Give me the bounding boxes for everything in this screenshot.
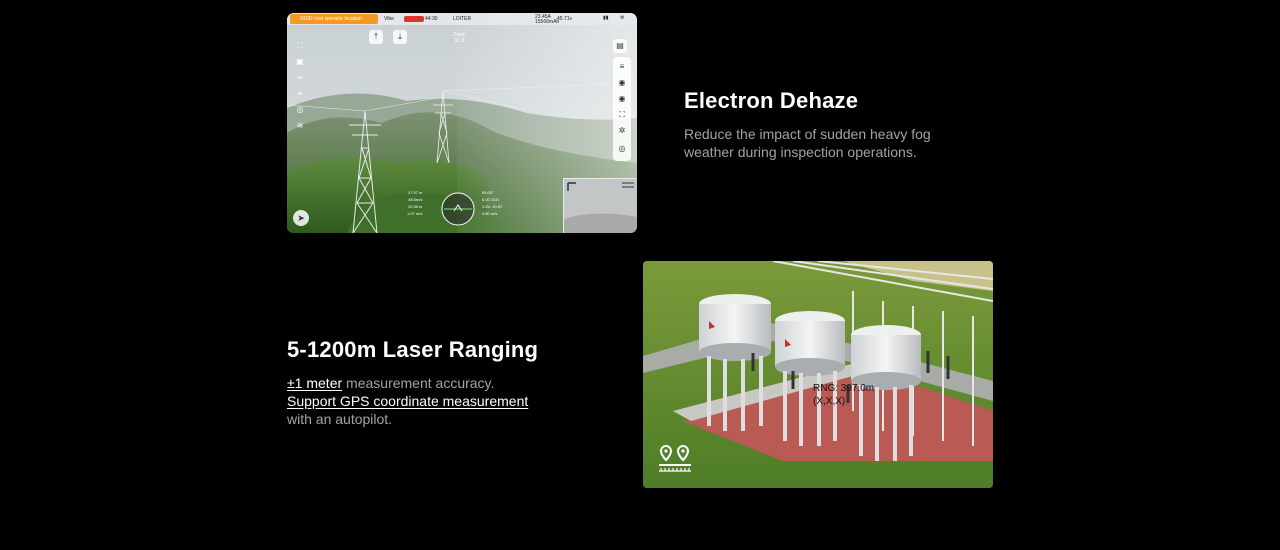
camera-control-bar: ≡ ◉ ◉ ⛶ ✲ ◎ bbox=[613, 57, 631, 161]
laser-desc-line-2: Support GPS coordinate measurement bbox=[287, 392, 607, 410]
vibe-label: Vibe bbox=[384, 16, 394, 22]
telemetry-distance: 10.55 m bbox=[407, 204, 423, 209]
binoculars-icon[interactable]: ∞ bbox=[294, 72, 306, 84]
flight-mode[interactable]: LOITER bbox=[453, 16, 471, 22]
gps-highlight[interactable]: Support GPS coordinate measurement bbox=[287, 393, 528, 409]
telemetry-vspeed: 1.07 m/s bbox=[407, 211, 423, 216]
gimbal-icon[interactable]: ✲ bbox=[616, 125, 628, 137]
focus-frame-icon[interactable]: ⛶ bbox=[294, 40, 306, 52]
land-icon[interactable]: ⤓ bbox=[393, 30, 407, 44]
accuracy-rest: measurement accuracy. bbox=[342, 375, 495, 391]
capacity-reading: 15566mAh bbox=[535, 19, 560, 25]
coordinate-value: (X,X,X) bbox=[813, 396, 846, 407]
laser-ranging-title: 5-1200m Laser Ranging bbox=[287, 337, 539, 362]
zoom-value: 91.3 bbox=[454, 38, 465, 44]
pip-fog-scene bbox=[564, 179, 637, 233]
target-icon[interactable]: ⌖ bbox=[294, 88, 306, 100]
settings-icon[interactable]: ⚙ bbox=[620, 15, 624, 21]
palette-icon[interactable]: ◎ bbox=[616, 143, 628, 155]
attitude-compass-icon bbox=[441, 192, 475, 226]
range-readout: RNG: 397.0m (X,X,X) bbox=[813, 382, 874, 408]
zoom-readout: Zoom 91.3 bbox=[453, 32, 466, 44]
dehaze-title: Electron Dehaze bbox=[684, 88, 859, 113]
laser-desc-line-3: with an autopilot. bbox=[287, 411, 393, 427]
laser-ranging-screenshot: RNG: 397.0m (X,X,X) bbox=[643, 261, 993, 488]
laser-desc-line-1: ±1 meter measurement accuracy. bbox=[287, 374, 607, 392]
range-value: RNG: 397.0m bbox=[813, 383, 875, 394]
signal-icon: ▮▮ bbox=[603, 15, 609, 21]
telemetry-gps: 0.00 OLD bbox=[482, 197, 500, 202]
takeoff-icon[interactable]: ⤒ bbox=[369, 30, 383, 44]
record-icon[interactable]: ◉ bbox=[616, 77, 628, 89]
voltage-reading: 45.71v bbox=[557, 16, 573, 22]
dehaze-desc-line-1: Reduce the impact of sudden heavy fog bbox=[684, 126, 931, 142]
menu-icon[interactable]: ≡ bbox=[616, 61, 628, 73]
accuracy-highlight[interactable]: ±1 meter bbox=[287, 375, 342, 391]
navigate-icon[interactable]: ➤ bbox=[293, 210, 309, 226]
substation-scene bbox=[643, 261, 993, 488]
gps-location-icon bbox=[659, 444, 691, 472]
top-status-bar: ODID: lost operator location Vibe 44:30 … bbox=[287, 13, 637, 25]
dehaze-description: Reduce the impact of sudden heavy fog we… bbox=[684, 125, 1004, 161]
telemetry-left: 17.97 m 48.5m/s 10.55 m 1.07 m/s bbox=[407, 189, 422, 217]
dehaze-desc-line-2: weather during inspection operations. bbox=[684, 144, 917, 160]
scan-icon[interactable]: ⛶ bbox=[616, 109, 628, 121]
telemetry-right: 55.00° 0.00 OLD 1.5V: 10.87 3.80 m/s bbox=[482, 189, 502, 217]
dehaze-screenshot: ODID: lost operator location Vibe 44:30 … bbox=[287, 13, 637, 233]
shutter-icon[interactable]: ◉ bbox=[616, 93, 628, 105]
flight-time: 44:30 bbox=[425, 16, 438, 22]
telemetry-wind: 3.80 m/s bbox=[482, 211, 498, 216]
alert-indicator bbox=[404, 16, 424, 22]
telemetry-heading: 55.00° bbox=[482, 190, 494, 195]
pip-camera-view[interactable] bbox=[563, 178, 637, 233]
telemetry-speed: 48.5m/s bbox=[408, 197, 423, 202]
tracking-icon[interactable]: ◎ bbox=[294, 104, 306, 116]
layers-icon[interactable]: ≋ bbox=[294, 120, 306, 132]
odid-warning-badge[interactable]: ODID: lost operator location bbox=[290, 14, 378, 24]
laser-ranging-description: ±1 meter measurement accuracy. Support G… bbox=[287, 374, 607, 428]
telemetry-battery: 1.5V: 10.87 bbox=[482, 204, 503, 209]
storage-icon[interactable]: ▤ bbox=[613, 39, 627, 53]
camera-icon[interactable]: ▣ bbox=[294, 56, 306, 68]
telemetry-altitude: 17.97 m bbox=[407, 190, 423, 195]
